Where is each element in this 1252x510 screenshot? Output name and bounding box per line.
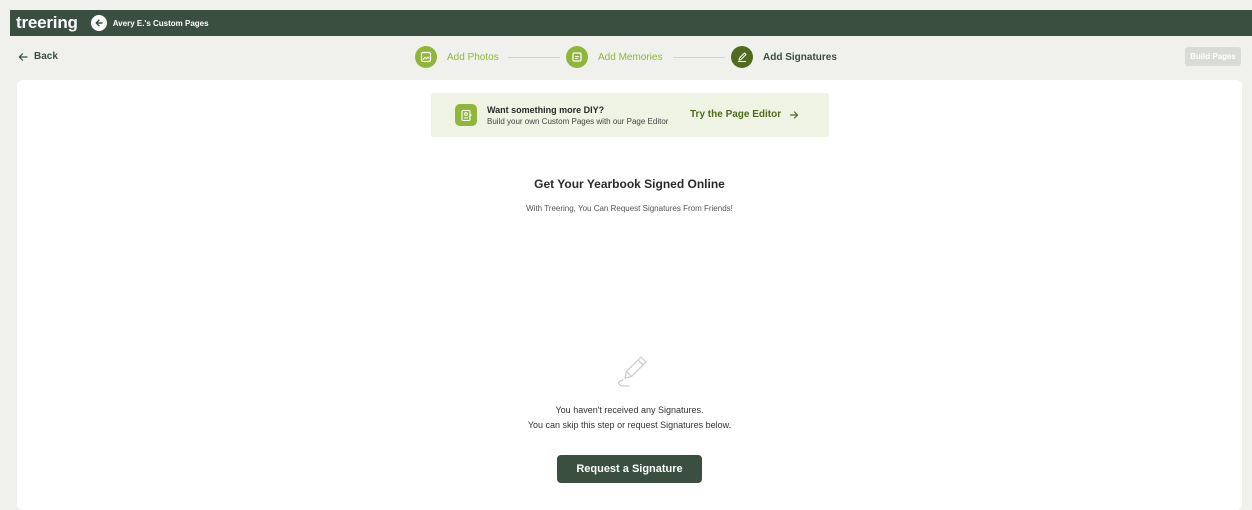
back-button[interactable]: Back (18, 51, 58, 62)
step-connector (508, 57, 560, 58)
page-title: Avery E.'s Custom Pages (112, 18, 209, 28)
step-label: Add Signatures (763, 51, 837, 63)
main-card: Want something more DIY? Build your own … (17, 80, 1242, 510)
try-page-editor-link[interactable]: Try the Page Editor (690, 109, 799, 120)
pen-icon (617, 356, 647, 387)
section-subheading: With Treering, You Can Request Signature… (526, 204, 733, 213)
stepper-row: Back Add Photos Add Memories Add Signatu… (10, 36, 1252, 80)
back-label: Back (34, 51, 58, 62)
back-arrow-icon[interactable] (90, 15, 107, 31)
step-label: Add Photos (447, 51, 499, 63)
diy-title: Want something more DIY? (487, 105, 605, 115)
arrow-right-icon (790, 110, 799, 119)
step-connector (673, 57, 725, 58)
memories-icon (566, 46, 588, 68)
request-signature-button[interactable]: Request a Signature (557, 455, 702, 483)
step-add-signatures[interactable]: Add Signatures (731, 46, 837, 68)
photo-icon (415, 46, 437, 68)
top-bar: treering Avery E.'s Custom Pages (10, 10, 1252, 36)
step-add-memories[interactable]: Add Memories (566, 46, 662, 68)
treering-logo[interactable]: treering (16, 13, 78, 33)
empty-state-line-2: You can skip this step or request Signat… (527, 420, 732, 430)
step-add-photos[interactable]: Add Photos (415, 46, 499, 68)
pen-icon (731, 46, 753, 68)
diy-banner: Want something more DIY? Build your own … (431, 93, 829, 137)
try-page-editor-label: Try the Page Editor (690, 109, 782, 120)
build-pages-button[interactable]: Build Pages (1185, 47, 1241, 66)
section-heading: Get Your Yearbook Signed Online (534, 177, 725, 191)
diy-subtitle: Build your own Custom Pages with our Pag… (487, 117, 669, 126)
page-editor-icon (455, 104, 477, 126)
step-label: Add Memories (598, 51, 663, 63)
empty-state-line-1: You haven't received any Signatures. (555, 405, 704, 415)
back-arrow-icon (18, 52, 28, 61)
